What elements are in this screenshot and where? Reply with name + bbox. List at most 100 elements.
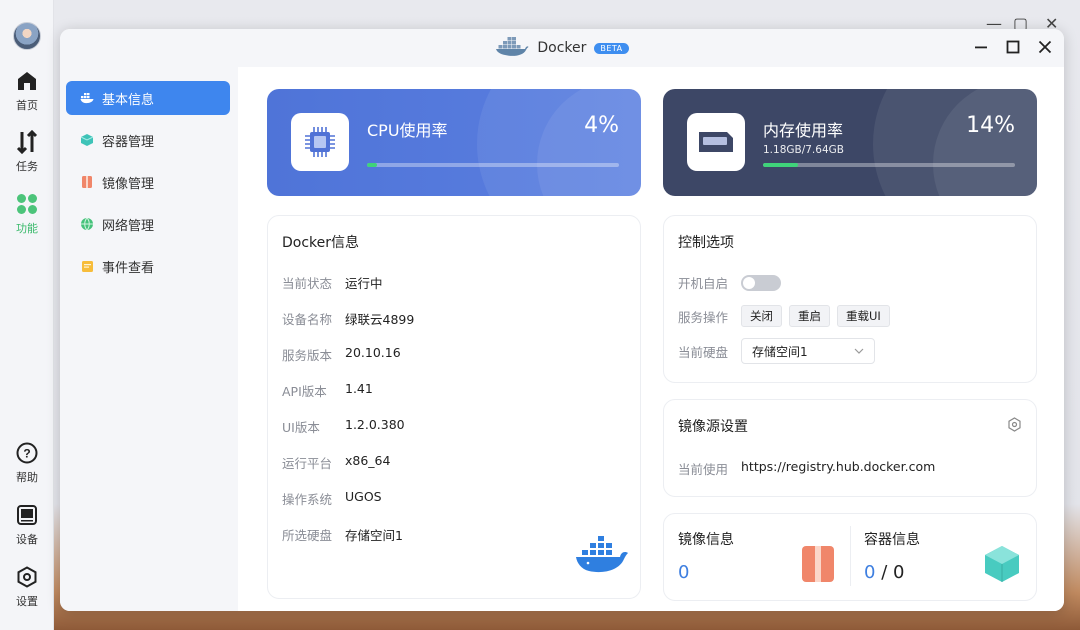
memory-usage-detail: 1.18GB/7.64GB <box>763 144 844 156</box>
title-bar: Docker BETA <box>60 29 1064 67</box>
dock-label: 设置 <box>16 595 38 608</box>
cpu-usage-bar-fill <box>367 163 378 167</box>
restart-service-button[interactable]: 重启 <box>789 305 830 327</box>
tasks-icon <box>14 129 40 155</box>
gear-icon <box>1008 417 1021 432</box>
info-key: 服务版本 <box>282 348 333 363</box>
cpu-usage-label: CPU使用率 <box>367 121 448 140</box>
mirror-current-row: 当前使用 https://registry.hub.docker.com <box>678 459 935 478</box>
info-key: 所选硬盘 <box>282 528 333 543</box>
svg-text:?: ? <box>23 447 30 461</box>
autostart-label: 开机自启 <box>678 276 729 291</box>
docker-info-card: Docker信息 当前状态 运行中 设备名称 绿联云4899 服务版本 20.1… <box>267 215 641 599</box>
autostart-toggle[interactable] <box>741 274 781 291</box>
info-value: 绿联云4899 <box>345 312 415 327</box>
info-value: 1.2.0.380 <box>345 417 405 432</box>
user-avatar[interactable] <box>13 22 41 50</box>
sidebar-item-label: 容器管理 <box>102 134 155 150</box>
info-row-service-version: 服务版本 20.10.16 <box>282 345 401 364</box>
container-info-title: 容器信息 <box>864 532 920 548</box>
info-key: 操作系统 <box>282 492 333 507</box>
info-row-platform: 运行平台 x86_64 <box>282 453 390 472</box>
info-row-status: 当前状态 运行中 <box>282 273 383 292</box>
device-icon <box>14 502 40 528</box>
apps-icon <box>14 191 40 217</box>
dock-label: 首页 <box>16 99 38 112</box>
dock-label: 任务 <box>16 160 38 173</box>
service-ops-row: 服务操作 关闭 重启 重载UI <box>678 305 897 327</box>
mirror-current-label: 当前使用 <box>678 462 729 477</box>
mirror-source-title: 镜像源设置 <box>678 419 748 435</box>
service-ops-label: 服务操作 <box>678 309 729 325</box>
autostart-row: 开机自启 <box>678 273 781 292</box>
memory-card-icon <box>699 132 733 152</box>
mirror-source-card: 镜像源设置 当前使用 https://registry.hub.docker.c… <box>663 399 1037 497</box>
minimize-icon <box>975 46 987 49</box>
minimize-button[interactable] <box>970 35 992 59</box>
docker-logo-icon <box>574 534 630 580</box>
dock-item-apps[interactable]: 功能 <box>0 191 54 236</box>
info-row-device-name: 设备名称 绿联云4899 <box>282 309 414 328</box>
sidebar: 基本信息 容器管理 镜像管理 网络管理 事件查看 <box>60 67 238 611</box>
dock-item-home[interactable]: 首页 <box>0 68 54 113</box>
mirror-current-url: https://registry.hub.docker.com <box>741 459 936 474</box>
sidebar-item-network[interactable]: 网络管理 <box>66 207 230 241</box>
dock-item-help[interactable]: ? 帮助 <box>0 440 54 485</box>
reload-ui-button[interactable]: 重载UI <box>837 305 890 327</box>
info-row-api-version: API版本 1.41 <box>282 381 373 400</box>
card-divider <box>850 526 851 586</box>
image-icon <box>80 175 94 189</box>
maximize-button[interactable] <box>1002 35 1024 59</box>
info-key: API版本 <box>282 384 327 399</box>
close-icon <box>1038 40 1052 54</box>
info-value: 20.10.16 <box>345 345 401 360</box>
disk-select-value: 存储空间1 <box>752 344 808 359</box>
event-icon <box>80 259 94 273</box>
help-icon: ? <box>14 440 40 466</box>
disk-select[interactable]: 存储空间1 <box>741 338 875 364</box>
info-value: 运行中 <box>345 276 383 291</box>
sidebar-item-basic-info[interactable]: 基本信息 <box>66 81 230 115</box>
control-options-card: 控制选项 开机自启 服务操作 关闭 重启 重载UI 当前硬盘 存储空间1 <box>663 215 1037 383</box>
dock-label: 功能 <box>16 222 38 235</box>
dock-item-device[interactable]: 设备 <box>0 502 54 547</box>
sidebar-item-label: 镜像管理 <box>102 176 155 192</box>
container-running-count: 0 <box>864 562 876 583</box>
memory-usage-bar-fill <box>763 163 799 167</box>
chevron-down-icon <box>854 348 864 354</box>
main-content: CPU使用率 4% 内存使用率 14% 1.18GB/7.64GB Docker… <box>238 67 1064 611</box>
sidebar-item-containers[interactable]: 容器管理 <box>66 123 230 157</box>
maximize-icon <box>1006 40 1020 54</box>
docker-info-icon <box>80 91 94 105</box>
sidebar-item-events[interactable]: 事件查看 <box>66 249 230 283</box>
memory-usage-bar <box>763 163 1015 167</box>
os-dock: 首页 任务 功能 ? 帮助 设备 设置 <box>0 0 54 630</box>
dock-item-settings[interactable]: 设置 <box>0 564 54 609</box>
close-button[interactable] <box>1034 35 1056 59</box>
cpu-icon-box <box>291 113 349 171</box>
info-value: 1.41 <box>345 381 373 396</box>
sidebar-item-images[interactable]: 镜像管理 <box>66 165 230 199</box>
container-count-separator: / <box>881 562 888 583</box>
mirror-settings-button[interactable] <box>1007 417 1022 436</box>
memory-usage-percent: 14% <box>966 113 1015 138</box>
sidebar-item-label: 基本信息 <box>102 92 155 108</box>
docker-info-title: Docker信息 <box>282 235 360 251</box>
info-value: 存储空间1 <box>345 528 403 543</box>
cpu-usage-card: CPU使用率 4% <box>267 89 641 196</box>
current-disk-label: 当前硬盘 <box>678 344 729 360</box>
info-row-os: 操作系统 UGOS <box>282 489 382 508</box>
settings-icon <box>14 564 40 590</box>
memory-usage-card: 内存使用率 14% 1.18GB/7.64GB <box>663 89 1037 196</box>
dock-item-tasks[interactable]: 任务 <box>0 129 54 174</box>
container-icon <box>80 133 94 147</box>
docker-window: Docker BETA 基本信息 容器管理 镜像管理 网络管理 事件查看 CPU… <box>60 29 1064 611</box>
stop-service-button[interactable]: 关闭 <box>741 305 782 327</box>
counts-card: 镜像信息 0 容器信息 0 / 0 <box>663 513 1037 601</box>
info-row-disk: 所选硬盘 存储空间1 <box>282 525 403 544</box>
cpu-usage-bar <box>367 163 619 167</box>
network-icon <box>80 217 94 231</box>
container-cube-icon <box>982 544 1022 588</box>
info-key: 运行平台 <box>282 456 333 471</box>
dock-label: 设备 <box>16 533 38 546</box>
